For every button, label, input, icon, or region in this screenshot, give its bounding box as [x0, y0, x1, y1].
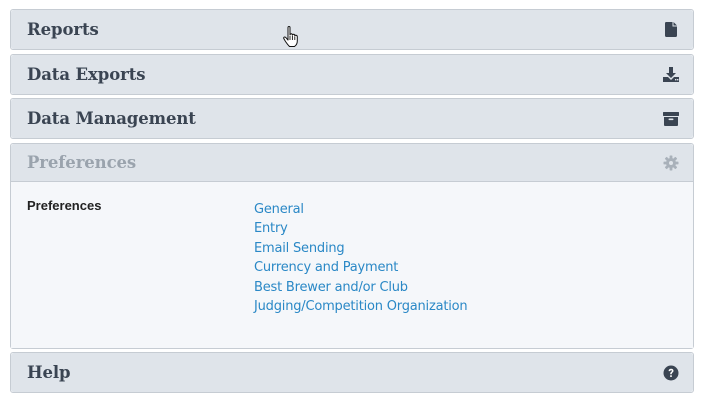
panel-help-heading[interactable]: Help	[11, 353, 693, 392]
panel-reports-title: Reports	[27, 20, 99, 39]
panel-data-exports-heading[interactable]: Data Exports	[11, 55, 693, 94]
link-best-brewer[interactable]: Best Brewer and/or Club	[254, 280, 408, 295]
panel-help-title: Help	[27, 363, 71, 382]
panel-reports-heading[interactable]: Reports	[11, 10, 693, 49]
download-icon	[663, 67, 679, 83]
preferences-section-label: Preferences	[27, 198, 102, 213]
list-item: Judging/Competition Organization	[254, 295, 468, 314]
link-entry[interactable]: Entry	[254, 221, 288, 236]
list-item: Best Brewer and/or Club	[254, 276, 467, 295]
preferences-links-list: General Entry Email Sending Currency and…	[254, 198, 468, 314]
panel-preferences: Preferences Preferences General Entry Em…	[10, 143, 694, 349]
gear-icon	[663, 155, 679, 171]
panel-preferences-body: Preferences General Entry Email Sending …	[11, 182, 693, 348]
panel-data-management: Data Management	[10, 98, 694, 139]
panel-preferences-title: Preferences	[27, 153, 137, 172]
panel-data-exports-title: Data Exports	[27, 65, 146, 84]
admin-accordion: Reports Data Exports Data Management Pre…	[0, 0, 706, 401]
panel-data-management-heading[interactable]: Data Management	[11, 99, 693, 138]
panel-preferences-heading[interactable]: Preferences	[11, 144, 693, 182]
panel-data-exports: Data Exports	[10, 54, 694, 95]
file-icon	[663, 22, 679, 38]
panel-data-management-title: Data Management	[27, 109, 196, 128]
link-email-sending[interactable]: Email Sending	[254, 241, 345, 256]
list-item: General	[254, 198, 467, 217]
list-item: Entry	[254, 217, 467, 236]
link-judging-organization[interactable]: Judging/Competition Organization	[254, 299, 468, 314]
list-item: Email Sending	[254, 237, 467, 256]
archive-icon	[663, 111, 679, 127]
list-item: Currency and Payment	[254, 256, 467, 275]
panel-reports: Reports	[10, 9, 694, 50]
link-general[interactable]: General	[254, 202, 304, 217]
question-circle-icon	[663, 365, 679, 381]
panel-help: Help	[10, 352, 694, 393]
link-currency-and-payment[interactable]: Currency and Payment	[254, 260, 398, 275]
